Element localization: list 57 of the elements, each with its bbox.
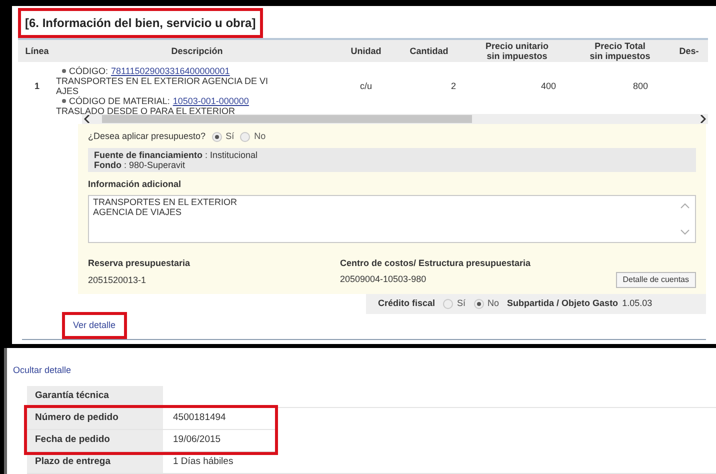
radio-label: No <box>488 296 500 310</box>
table-cell-text: 2 <box>450 80 457 93</box>
detail-value: 19/06/2015 <box>172 432 221 447</box>
column-header: Precio Total sin impuestos <box>588 41 652 61</box>
column-header: Línea <box>24 46 50 56</box>
field-value: 20509004-10503-980 <box>340 272 426 286</box>
field-value: 1.05.03 <box>622 296 652 310</box>
description-text: TRASLADO DESDE O PARA EL EXTERIOR <box>56 106 236 116</box>
table-cell-text: 800 <box>632 80 649 93</box>
radio-label: Sí <box>226 130 234 143</box>
accounts-button[interactable]: Detalle de cuentas <box>616 272 696 288</box>
radio-label: No <box>254 130 266 143</box>
detail-label: Garantía técnica <box>27 386 163 406</box>
description-text: TRANSPORTES EN EL EXTERIOR AGENCIA DE VI <box>56 76 270 86</box>
code-link[interactable]: 10503-001-000000 <box>172 96 249 106</box>
detail-label: Número de pedido <box>27 408 163 428</box>
detail-value: 1 Días hábiles <box>172 454 234 469</box>
radio-button[interactable] <box>443 298 454 308</box>
funding-text: Fuente de financiamiento : Institucional <box>94 150 259 160</box>
field-label: Crédito fiscal <box>378 296 436 310</box>
column-header: Cantidad <box>408 46 450 56</box>
scroll-down-icon[interactable] <box>680 229 690 235</box>
code-label: CÓDIGO DE MATERIAL: <box>69 96 170 106</box>
detail-value: 4500181494 <box>172 410 226 425</box>
question-label: ¿Desea aplicar presupuesto? <box>88 130 206 143</box>
field-value: 2051520013-1 <box>88 274 148 286</box>
radio-button[interactable] <box>240 132 250 142</box>
column-header: Descripción <box>170 46 224 56</box>
funding-text: Fondo : 980-Superavit <box>94 160 186 170</box>
view-detail-link[interactable]: Ver detalle <box>73 320 116 330</box>
scroll-right-icon[interactable] <box>698 115 708 123</box>
field-label: Centro de costos/ Estructura presupuestaria <box>340 257 532 270</box>
bullet-icon <box>62 99 66 103</box>
scrollbar-thumb[interactable] <box>102 115 472 123</box>
detail-label: Fecha de pedido <box>27 430 163 450</box>
hide-detail-link[interactable]: Ocultar detalle <box>13 364 716 378</box>
table-cell-text: 400 <box>540 80 557 93</box>
code-label: CÓDIGO: <box>69 66 108 76</box>
radio-label: Sí <box>457 296 466 310</box>
column-header: Precio unitario sin impuestos <box>484 41 550 61</box>
description-text: AJES <box>56 86 80 96</box>
field-label: Subpartida / Objeto Gasto <box>507 296 618 310</box>
code-link[interactable]: 781115029003316400000001 <box>111 66 230 76</box>
scroll-up-icon[interactable] <box>680 203 690 209</box>
column-header: Unidad <box>350 46 382 56</box>
scroll-left-icon[interactable] <box>82 115 92 123</box>
radio-button[interactable] <box>474 298 484 308</box>
table-cell-text: c/u <box>358 80 373 93</box>
radio-button[interactable] <box>212 132 222 142</box>
field-label: Información adicional <box>88 178 182 190</box>
column-header: Des- <box>678 46 700 56</box>
table-cell-text: 1 <box>33 80 40 93</box>
horizontal-scrollbar[interactable] <box>82 114 708 124</box>
field-label: Reserva presupuestaria <box>88 257 192 270</box>
bullet-icon <box>62 69 66 73</box>
input-field[interactable]: TRANSPORTES EN EL EXTERIOR AGENCIA DE VIAJES <box>88 195 696 243</box>
section-title: [6. Información del bien, servicio u obra] <box>25 16 256 30</box>
